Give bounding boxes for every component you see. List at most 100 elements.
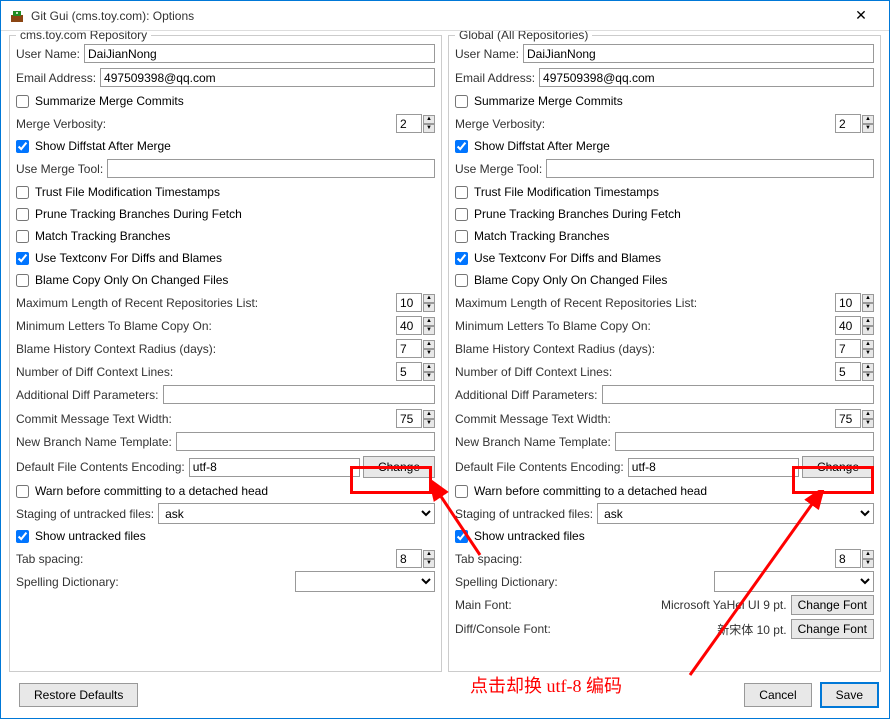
repo-tab-spacing-input[interactable] [396,549,422,568]
global-email-label: Email Address: [455,71,535,85]
spin-down[interactable]: ▼ [423,419,435,428]
spin-up[interactable]: ▲ [862,294,874,303]
spin-up[interactable]: ▲ [423,294,435,303]
repo-email-label: Email Address: [16,71,96,85]
global-new-branch-input[interactable] [615,432,874,451]
repo-show-diffstat-cb[interactable] [16,140,29,153]
repo-spell-select[interactable] [295,571,435,592]
global-min-blame-label: Minimum Letters To Blame Copy On: [455,319,835,333]
repo-commit-width-input[interactable] [396,409,422,428]
repo-max-recent-label: Maximum Length of Recent Repositories Li… [16,296,396,310]
repo-prune-tracking-cb[interactable] [16,208,29,221]
global-spell-select[interactable] [714,571,874,592]
repo-change-encoding-button[interactable]: Change [363,456,435,478]
global-use-textconv-cb[interactable] [455,252,468,265]
global-merge-tool-input[interactable] [546,159,874,178]
global-staging-select[interactable]: ask [597,503,874,524]
repo-blame-copy-cb[interactable] [16,274,29,287]
spin-down[interactable]: ▼ [862,372,874,381]
global-blame-history-input[interactable] [835,339,861,358]
repo-trust-timestamps-label: Trust File Modification Timestamps [35,185,220,199]
repo-show-diffstat-label: Show Diffstat After Merge [35,139,171,153]
global-summarize-merge-cb[interactable] [455,95,468,108]
repo-min-blame-input[interactable] [396,316,422,335]
repo-trust-timestamps-cb[interactable] [16,186,29,199]
global-merge-verbosity-input[interactable] [835,114,861,133]
repo-merge-tool-input[interactable] [107,159,435,178]
global-show-untracked-label: Show untracked files [474,529,585,543]
spin-up[interactable]: ▲ [862,363,874,372]
repo-warn-detached-cb[interactable] [16,485,29,498]
repo-staging-select[interactable]: ask [158,503,435,524]
save-button[interactable]: Save [820,682,879,708]
repo-email-input[interactable] [100,68,435,87]
global-trust-timestamps-label: Trust File Modification Timestamps [474,185,659,199]
global-match-tracking-cb[interactable] [455,230,468,243]
global-prune-tracking-cb[interactable] [455,208,468,221]
repo-max-recent-input[interactable] [396,293,422,312]
repo-match-tracking-cb[interactable] [16,230,29,243]
spin-up[interactable]: ▲ [423,115,435,124]
app-icon [9,8,25,24]
spin-down[interactable]: ▼ [862,559,874,568]
global-warn-detached-cb[interactable] [455,485,468,498]
repo-summarize-merge-cb[interactable] [16,95,29,108]
global-encoding-input[interactable] [628,458,799,477]
global-min-blame-input[interactable] [835,316,861,335]
cancel-button[interactable]: Cancel [744,683,811,707]
spin-up[interactable]: ▲ [423,363,435,372]
global-add-diff-input[interactable] [602,385,874,404]
global-max-recent-input[interactable] [835,293,861,312]
global-tab-spacing-input[interactable] [835,549,861,568]
repo-use-textconv-cb[interactable] [16,252,29,265]
global-change-main-font-button[interactable]: Change Font [791,595,874,615]
spin-up[interactable]: ▲ [862,340,874,349]
global-show-untracked-cb[interactable] [455,530,468,543]
spin-up[interactable]: ▲ [862,317,874,326]
global-use-textconv-label: Use Textconv For Diffs and Blames [474,251,661,265]
spin-down[interactable]: ▼ [423,303,435,312]
spin-down[interactable]: ▼ [423,124,435,133]
repo-num-diff-input[interactable] [396,362,422,381]
repo-show-untracked-cb[interactable] [16,530,29,543]
spin-down[interactable]: ▼ [862,303,874,312]
global-num-diff-input[interactable] [835,362,861,381]
spin-down[interactable]: ▼ [423,559,435,568]
spin-up[interactable]: ▲ [862,410,874,419]
spin-up[interactable]: ▲ [423,340,435,349]
global-commit-width-input[interactable] [835,409,861,428]
global-username-input[interactable] [523,44,874,63]
global-trust-timestamps-cb[interactable] [455,186,468,199]
global-blame-copy-cb[interactable] [455,274,468,287]
spin-down[interactable]: ▼ [423,372,435,381]
restore-defaults-button[interactable]: Restore Defaults [19,683,138,707]
repo-merge-verbosity-input[interactable] [396,114,422,133]
global-main-font-value: Microsoft YaHei UI 9 pt. [516,598,787,612]
global-change-diff-font-button[interactable]: Change Font [791,619,874,639]
global-show-diffstat-cb[interactable] [455,140,468,153]
spin-up[interactable]: ▲ [423,317,435,326]
spin-down[interactable]: ▼ [862,419,874,428]
spin-down[interactable]: ▼ [423,326,435,335]
global-max-recent-label: Maximum Length of Recent Repositories Li… [455,296,835,310]
global-email-input[interactable] [539,68,874,87]
repo-show-untracked-label: Show untracked files [35,529,146,543]
close-icon[interactable]: ✕ [841,7,881,24]
spin-down[interactable]: ▼ [862,349,874,358]
spin-up[interactable]: ▲ [423,410,435,419]
repo-username-input[interactable] [84,44,435,63]
spin-down[interactable]: ▼ [862,326,874,335]
repo-summarize-merge-label: Summarize Merge Commits [35,94,184,108]
repo-encoding-input[interactable] [189,458,360,477]
repo-blame-history-input[interactable] [396,339,422,358]
spin-up[interactable]: ▲ [423,550,435,559]
spin-down[interactable]: ▼ [423,349,435,358]
spin-up[interactable]: ▲ [862,550,874,559]
spin-up[interactable]: ▲ [862,115,874,124]
spin-down[interactable]: ▼ [862,124,874,133]
repo-add-diff-input[interactable] [163,385,435,404]
repo-new-branch-input[interactable] [176,432,435,451]
global-change-encoding-button[interactable]: Change [802,456,874,478]
annotation-text: 点击却换 utf-8 编码 [470,672,622,698]
titlebar: Git Gui (cms.toy.com): Options ✕ [1,1,889,31]
